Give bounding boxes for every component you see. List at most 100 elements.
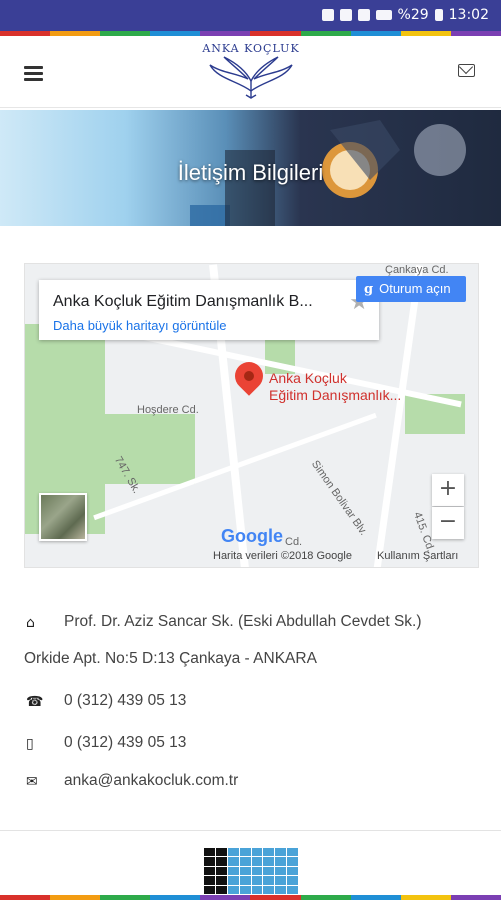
zoom-out-button[interactable]: − — [432, 507, 464, 539]
strip-segment — [200, 895, 251, 900]
logo-tile — [263, 876, 275, 885]
logo-tile — [215, 885, 227, 894]
street-label: Çankaya Cd. — [385, 264, 449, 276]
strip-segment — [150, 895, 201, 900]
color-strip-bottom — [0, 895, 501, 900]
phone-icon: ☎ — [26, 694, 44, 710]
logo-tile — [204, 857, 215, 866]
battery-level: %29 — [397, 7, 429, 23]
strip-segment — [300, 895, 351, 900]
envelope-icon: ✉ — [26, 774, 38, 790]
place-card[interactable]: Anka Koçluk Eğitim Danışmanlık B... Daha… — [39, 280, 379, 340]
logo-tile — [227, 848, 239, 857]
map-footer: Harita verileri ©2018 Google Kullanım Şa… — [213, 550, 458, 562]
street-label: Hoşdere Cd. — [137, 404, 199, 416]
logo-tile — [287, 866, 298, 876]
logo-tile — [227, 866, 239, 876]
app-header: ANKA KOÇLUK — [0, 36, 501, 108]
pin-label-line1: Anka Koçluk — [269, 370, 347, 386]
signin-button[interactable]: g Oturum açın — [356, 276, 466, 302]
signin-label: Oturum açın — [379, 281, 451, 296]
logo-tile — [227, 857, 239, 866]
logo-tile — [215, 857, 227, 866]
logo-tile — [251, 885, 263, 894]
logo-tile — [227, 876, 239, 885]
park-area — [85, 414, 195, 484]
brand-logo[interactable]: ANKA KOÇLUK — [200, 42, 302, 104]
logo-tile — [287, 885, 298, 894]
larger-map-link[interactable]: Daha büyük haritayı görüntüle — [53, 318, 226, 333]
logo-tile — [204, 876, 215, 885]
logo-tile — [263, 885, 275, 894]
lock-icon — [321, 9, 334, 21]
strip-segment — [0, 895, 51, 900]
logo-tile — [275, 876, 287, 885]
google-g-icon: g — [364, 282, 374, 297]
email-address[interactable]: anka@ankakocluk.com.tr — [64, 772, 238, 790]
logo-tile — [239, 857, 251, 866]
logo-tile — [215, 876, 227, 885]
logo-tile — [275, 857, 287, 866]
address-line1: Prof. Dr. Aziz Sancar Sk. (Eski Abdullah… — [64, 613, 422, 630]
place-name: Anka Koçluk Eğitim Danışmanlık B... — [53, 293, 313, 310]
logo-tile — [251, 876, 263, 885]
logo-tile — [215, 848, 227, 857]
strip-segment — [350, 895, 401, 900]
logo-tile — [204, 848, 215, 857]
logo-text: ANKA KOÇLUK — [202, 42, 300, 55]
logo-tile — [227, 885, 239, 894]
terms-link[interactable]: Kullanım Şartları — [377, 550, 458, 562]
map-data-credit: Harita verileri ©2018 Google — [213, 550, 352, 562]
status-icons: %29 13:02 — [321, 7, 489, 23]
logo-tile — [263, 848, 275, 857]
logo-tile — [263, 857, 275, 866]
signal-icon — [375, 10, 392, 20]
alarm-icon — [339, 9, 352, 21]
street-label: Simon Bolivar Blv. — [308, 458, 370, 538]
logo-tile — [239, 866, 251, 876]
logo-tile — [275, 866, 287, 876]
logo-tile — [239, 876, 251, 885]
strip-segment — [400, 895, 451, 900]
gear-icon — [357, 9, 370, 21]
mobile-icon: ▯ — [26, 736, 34, 752]
google-map[interactable]: Hoşdere Cd. 747. Sk. Simon Bolivar Blv. … — [24, 263, 479, 568]
footer-logo[interactable] — [204, 848, 298, 894]
pin-label-line2: Eğitim Danışmanlık... — [269, 387, 402, 403]
mobile-number[interactable]: 0 (312) 439 05 13 — [64, 734, 186, 752]
logo-tile — [239, 848, 251, 857]
phoenix-icon — [209, 56, 293, 99]
strip-segment — [50, 895, 101, 900]
logo-tile — [215, 866, 227, 876]
logo-tile — [287, 857, 298, 866]
logo-tile — [263, 866, 275, 876]
logo-tile — [251, 857, 263, 866]
strip-segment — [100, 895, 151, 900]
envelope-icon[interactable] — [458, 64, 475, 77]
zoom-in-button[interactable]: + — [432, 474, 464, 506]
hero-banner: İletişim Bilgileri — [0, 110, 501, 226]
footer-divider — [0, 830, 501, 831]
battery-icon — [434, 9, 443, 21]
google-logo: Google — [221, 526, 283, 546]
phone-number[interactable]: 0 (312) 439 05 13 — [64, 692, 186, 710]
page-title: İletişim Bilgileri — [177, 160, 324, 185]
pin-label[interactable]: Anka Koçluk Eğitim Danışmanlık... — [269, 370, 401, 404]
street-label: Cd. — [285, 536, 303, 548]
status-bar: %29 13:02 — [0, 0, 501, 31]
address-line2: Orkide Apt. No:5 D:13 Çankaya - ANKARA — [24, 650, 317, 667]
logo-tile — [287, 876, 298, 885]
satellite-toggle[interactable] — [39, 493, 87, 541]
clock: 13:02 — [448, 7, 489, 23]
logo-tile — [287, 848, 298, 857]
logo-tile — [239, 885, 251, 894]
strip-segment — [450, 895, 501, 900]
logo-tile — [251, 848, 263, 857]
logo-tile — [204, 866, 215, 876]
logo-tile — [275, 885, 287, 894]
logo-tile — [204, 885, 215, 894]
strip-segment — [250, 895, 301, 900]
logo-tile — [251, 866, 263, 876]
menu-button[interactable] — [24, 66, 43, 81]
logo-tile — [275, 848, 287, 857]
